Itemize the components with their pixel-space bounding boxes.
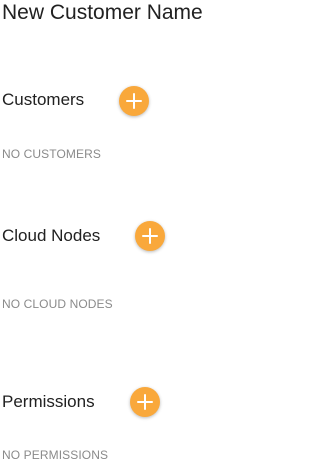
- page-title: New Customer Name: [2, 1, 203, 24]
- cloud-nodes-empty-text: NO CLOUD NODES: [2, 297, 113, 311]
- permissions-header: Permissions: [2, 392, 95, 411]
- add-cloud-node-button[interactable]: [135, 221, 165, 251]
- cloud-nodes-header: Cloud Nodes: [2, 226, 101, 245]
- add-permission-button[interactable]: [130, 387, 160, 417]
- customers-empty-text: NO CUSTOMERS: [2, 147, 101, 161]
- permissions-empty-text: NO PERMISSIONS: [2, 448, 109, 462]
- customers-header: Customers: [2, 90, 85, 109]
- add-customer-button[interactable]: [119, 86, 149, 116]
